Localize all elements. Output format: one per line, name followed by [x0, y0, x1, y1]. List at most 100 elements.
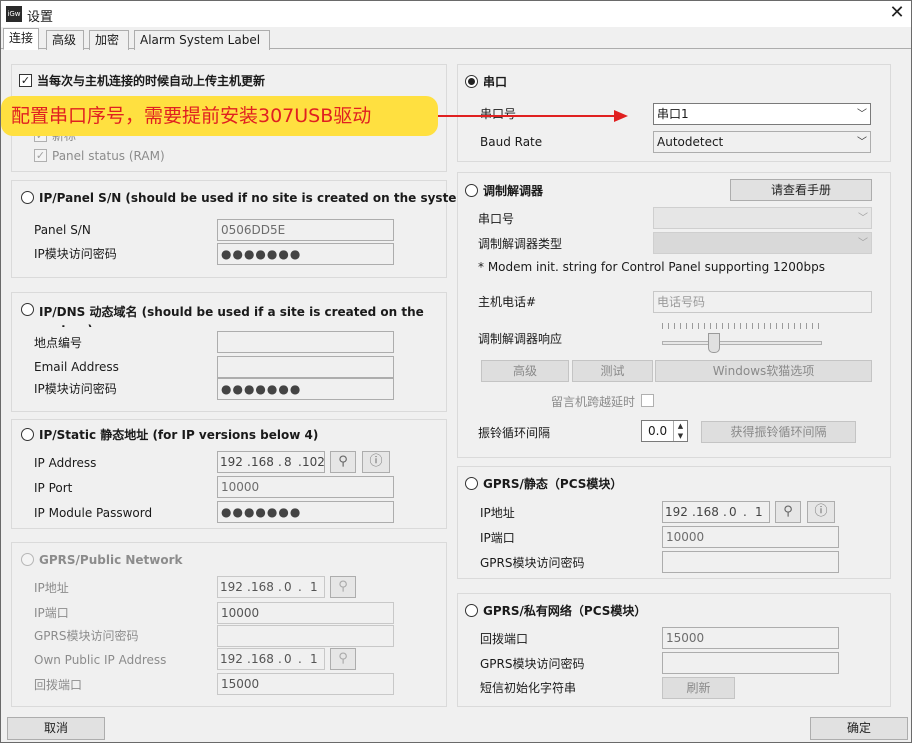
- gprs-static-radio[interactable]: [465, 477, 478, 490]
- ip-static-panel: IP/Static 静态地址 (for IP versions below 4)…: [11, 419, 447, 529]
- ip-module-password-field[interactable]: ●●●●●●●: [217, 243, 394, 265]
- modem-test-button[interactable]: 测试: [572, 360, 653, 382]
- gprs-password-field[interactable]: [217, 625, 394, 647]
- ip-module-password-label: IP模块访问密码: [34, 247, 117, 261]
- gprs-ip-address-field[interactable]: 192 . 168 . 0 . 1: [217, 576, 325, 598]
- email-address-field[interactable]: [217, 356, 394, 378]
- panel-status-label: Panel status (RAM): [52, 149, 165, 163]
- ip-dns-radio[interactable]: [21, 303, 34, 316]
- modem-advanced-button[interactable]: 高级: [481, 360, 569, 382]
- refresh-button[interactable]: 刷新: [662, 677, 735, 699]
- answering-delay-checkbox[interactable]: [641, 394, 654, 407]
- tab-alarm-system-label[interactable]: Alarm System Label: [134, 30, 270, 50]
- gprs-ip-address-label: IP地址: [34, 581, 69, 595]
- gprs-static-panel: GPRS/静态（PCS模块） IP地址 192 . 168 . 0 . 1 ⚲ …: [457, 466, 891, 579]
- gprs-static-password-label: GPRS模块访问密码: [480, 556, 585, 570]
- info-icon[interactable]: ⓘ: [362, 451, 390, 473]
- view-manual-button[interactable]: 请查看手册: [730, 179, 872, 201]
- baud-rate-select[interactable]: Autodetect ﹀: [653, 131, 871, 153]
- cancel-button[interactable]: 取消: [7, 717, 105, 740]
- serial-port-title: 串口: [483, 75, 508, 89]
- gprs-public-radio[interactable]: [21, 553, 34, 566]
- private-callback-field[interactable]: 15000: [662, 627, 839, 649]
- ip-octet-1: 192: [220, 652, 243, 666]
- ip-address-field[interactable]: 192 . 168 . 8 . 102: [217, 451, 325, 473]
- gprs-static-ip-field[interactable]: 192 . 168 . 0 . 1: [662, 501, 770, 523]
- close-icon[interactable]: ✕: [887, 3, 907, 23]
- modem-title: 调制解调器: [483, 184, 544, 198]
- annotation-arrow-line: [438, 115, 618, 117]
- dns-password-field[interactable]: ●●●●●●●: [217, 378, 394, 400]
- callback-port-field[interactable]: 15000: [217, 673, 394, 695]
- ip-port-label: IP Port: [34, 481, 73, 495]
- annotation-callout: 配置串口序号，需要提前安装307USB驱动: [1, 96, 438, 136]
- search-icon[interactable]: ⚲: [330, 451, 356, 473]
- response-slider-thumb[interactable]: [708, 333, 720, 353]
- gprs-static-ip-label: IP地址: [480, 506, 515, 520]
- ip-octet-3: 0: [284, 580, 292, 594]
- get-ring-interval-button[interactable]: 获得振铃循环间隔: [701, 421, 856, 443]
- baud-rate-value: Autodetect: [657, 135, 724, 149]
- chevron-down-icon: ﹀: [858, 213, 868, 224]
- ip-octet-sep: .: [723, 505, 727, 519]
- gprs-ip-port-field[interactable]: 10000: [217, 602, 394, 624]
- private-callback-label: 回拨端口: [480, 632, 529, 646]
- info-icon[interactable]: ⓘ: [807, 501, 835, 523]
- ok-button[interactable]: 确定: [810, 717, 908, 740]
- own-public-ip-field[interactable]: 192 . 168 . 0 . 1: [217, 648, 325, 670]
- modem-type-select[interactable]: ﹀: [653, 232, 872, 254]
- modem-response-label: 调制解调器响应: [478, 332, 563, 346]
- tab-advanced[interactable]: 高级: [46, 30, 84, 50]
- ip-module-password-field[interactable]: ●●●●●●●: [217, 501, 394, 523]
- window-title: 设置: [27, 10, 54, 25]
- tab-bar: 连接 高级 加密 Alarm System Label: [1, 28, 911, 50]
- email-address-label: Email Address: [34, 360, 119, 374]
- site-number-field[interactable]: [217, 331, 394, 353]
- response-slider-ticks: [662, 323, 822, 329]
- ip-panel-sn-title: IP/Panel S/N (should be used if no site …: [39, 191, 475, 205]
- chevron-down-icon: ﹀: [857, 137, 867, 148]
- spinner-arrows-icon[interactable]: ▲ ▼: [673, 421, 687, 441]
- tab-encryption[interactable]: 加密: [89, 30, 129, 50]
- gprs-private-radio[interactable]: [465, 604, 478, 617]
- gprs-public-title: GPRS/Public Network: [39, 553, 183, 567]
- site-number-label: 地点编号: [34, 336, 83, 350]
- ring-interval-spinner[interactable]: 0.0 ▲ ▼: [641, 420, 688, 442]
- modem-radio[interactable]: [465, 184, 478, 197]
- panel-phone-field[interactable]: 电话号码: [653, 291, 872, 313]
- ip-panel-sn-panel: IP/Panel S/N (should be used if no site …: [11, 180, 474, 278]
- search-icon[interactable]: ⚲: [330, 648, 356, 670]
- panel-phone-label: 主机电话#: [478, 295, 537, 309]
- gprs-static-password-field[interactable]: [662, 551, 839, 573]
- tab-connection[interactable]: 连接: [3, 28, 39, 50]
- auto-update-checkbox[interactable]: ✓: [19, 74, 32, 87]
- private-password-label: GPRS模块访问密码: [480, 657, 585, 671]
- modem-port-select[interactable]: ﹀: [653, 207, 872, 229]
- search-icon[interactable]: ⚲: [330, 576, 356, 598]
- modem-init-note: * Modem init. string for Control Panel s…: [478, 260, 826, 274]
- ip-port-field[interactable]: 10000: [217, 476, 394, 498]
- answering-delay-label: 留言机跨越延时: [551, 395, 636, 409]
- gprs-static-port-field[interactable]: 10000: [662, 526, 839, 548]
- ip-address-label: IP Address: [34, 456, 97, 470]
- private-password-field[interactable]: [662, 652, 839, 674]
- ip-dns-panel: IP/DNS 动态域名 (should be used if a site is…: [11, 292, 447, 412]
- serial-port-radio[interactable]: [465, 75, 478, 88]
- panel-status-checkbox[interactable]: ✓: [34, 149, 47, 162]
- gprs-static-title: GPRS/静态（PCS模块）: [483, 477, 623, 491]
- ip-octet-1: 192: [665, 505, 688, 519]
- windows-modem-options-button[interactable]: Windows软猫选项: [655, 360, 872, 382]
- ip-octet-2: 168: [696, 505, 719, 519]
- modem-type-label: 调制解调器类型: [478, 237, 563, 251]
- gprs-static-port-label: IP端口: [480, 531, 515, 545]
- ip-octet-sep: .: [298, 580, 302, 594]
- port-number-select[interactable]: 串口1 ﹀: [653, 103, 871, 125]
- ip-octet-2: 168: [251, 652, 274, 666]
- gprs-ip-port-label: IP端口: [34, 606, 69, 620]
- ip-panel-sn-radio[interactable]: [21, 191, 34, 204]
- app-icon: iGw: [6, 6, 22, 22]
- ip-static-radio[interactable]: [21, 428, 34, 441]
- modem-port-label: 串口号: [478, 212, 515, 226]
- search-icon[interactable]: ⚲: [775, 501, 801, 523]
- panel-sn-field[interactable]: 0506DD5E: [217, 219, 394, 241]
